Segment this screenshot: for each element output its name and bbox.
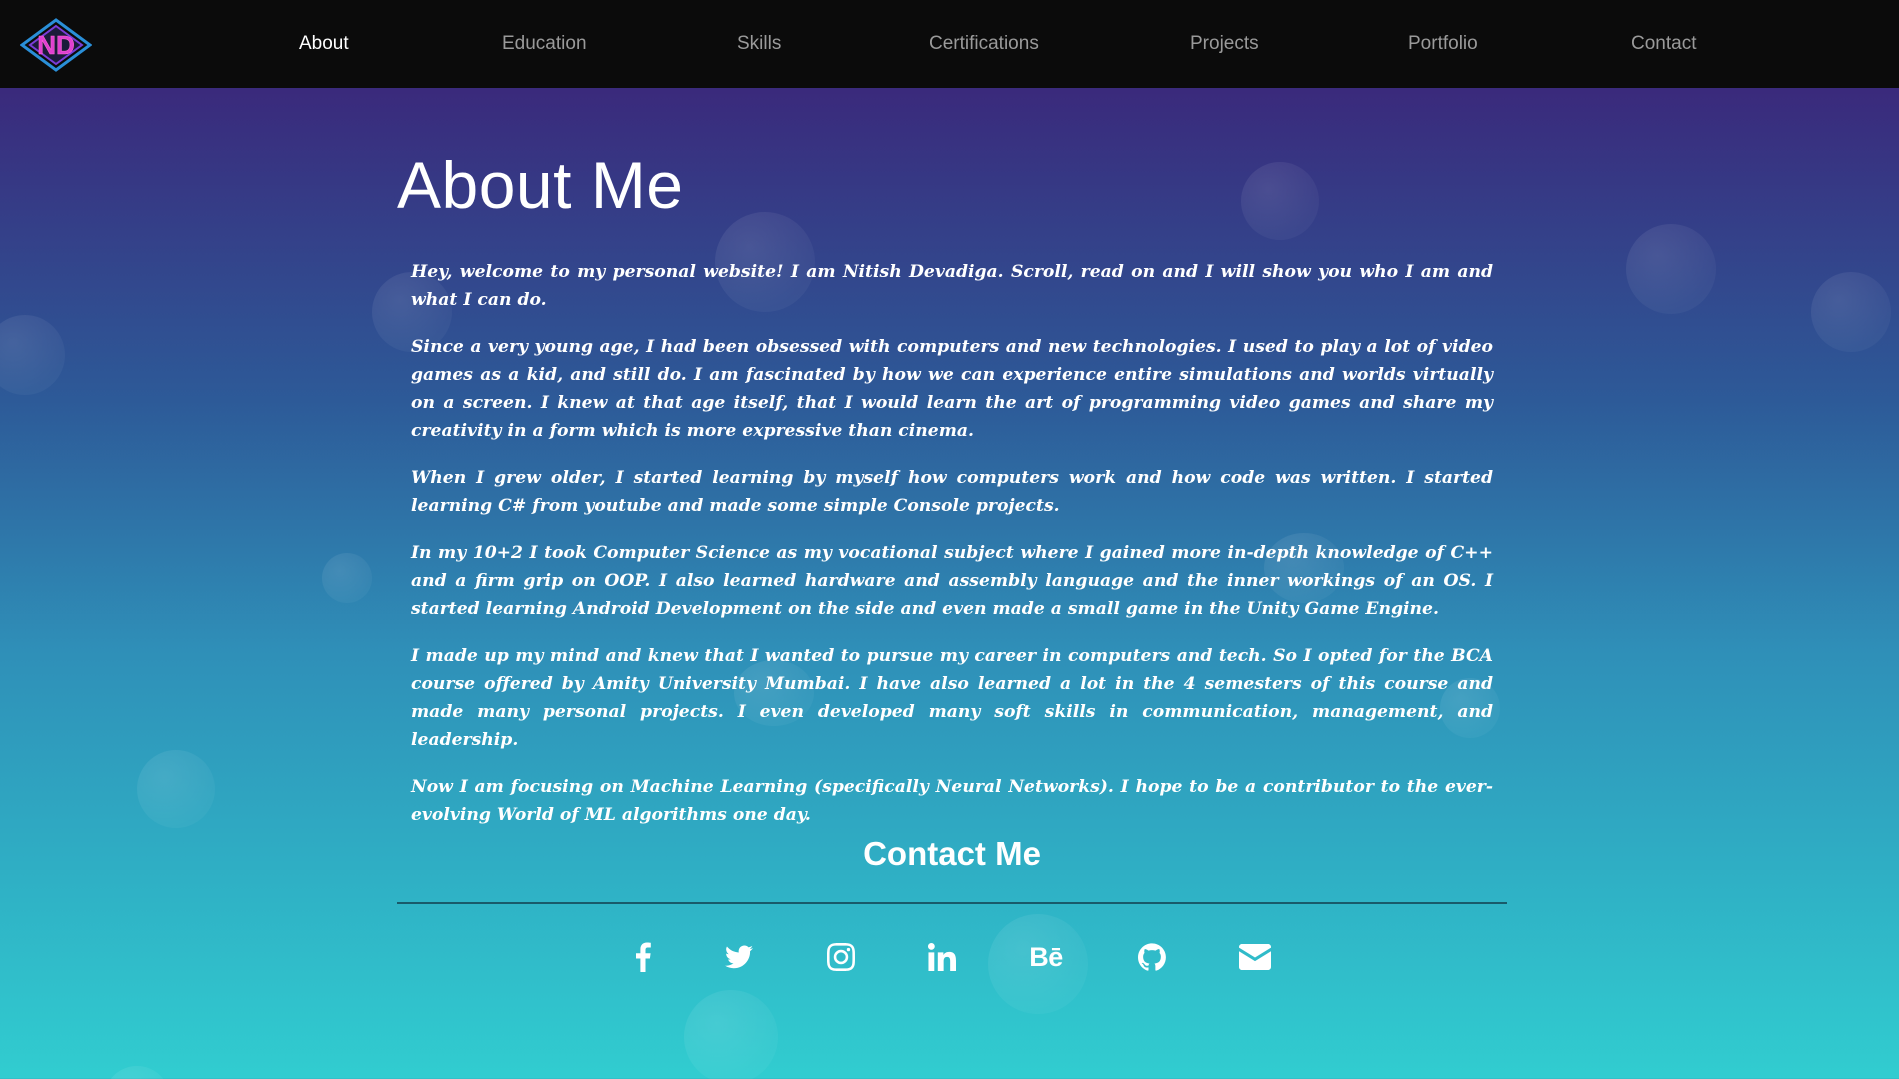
about-paragraph: Hey, welcome to my personal website! I a…	[411, 262, 1493, 310]
about-paragraph: Now I am focusing on Machine Learning (s…	[411, 777, 1493, 825]
nav-portfolio[interactable]: Portfolio	[1408, 33, 1478, 55]
page-title: About Me	[397, 148, 684, 222]
about-paragraph: Since a very young age, I had been obses…	[411, 337, 1493, 441]
background-bubble	[137, 750, 215, 828]
contact-divider	[397, 902, 1507, 904]
background-bubble	[0, 315, 65, 395]
twitter-icon	[725, 945, 753, 969]
linkedin-link[interactable]	[922, 937, 962, 977]
nav-skills[interactable]: Skills	[737, 33, 781, 55]
nav-about[interactable]: About	[299, 33, 349, 55]
background-bubble	[1811, 272, 1891, 352]
facebook-link[interactable]	[623, 937, 663, 977]
svg-text:ND: ND	[37, 30, 75, 60]
top-navbar: ND About Education Skills Certifications…	[0, 0, 1899, 88]
email-link[interactable]	[1235, 937, 1275, 977]
about-paragraph: When I grew older, I started learning by…	[411, 468, 1493, 516]
instagram-link[interactable]	[821, 937, 861, 977]
about-paragraph: I made up my mind and knew that I wanted…	[411, 646, 1493, 750]
background-bubble	[684, 990, 778, 1079]
about-section: About Me Hey, welcome to my personal web…	[397, 140, 1507, 848]
about-paragraph: In my 10+2 I took Computer Science as my…	[411, 543, 1493, 619]
nav-certifications[interactable]: Certifications	[929, 33, 1039, 55]
background-bubble	[322, 553, 372, 603]
github-icon	[1138, 943, 1166, 971]
nav-education[interactable]: Education	[502, 33, 587, 55]
background-bubble	[104, 1066, 170, 1079]
behance-link[interactable]: Bē	[1026, 937, 1066, 977]
instagram-icon	[827, 943, 855, 971]
email-icon	[1239, 944, 1271, 970]
nd-logo-icon: ND	[19, 18, 93, 72]
nav-projects[interactable]: Projects	[1190, 33, 1259, 55]
nav-contact[interactable]: Contact	[1631, 33, 1696, 55]
background-bubble	[1626, 224, 1716, 314]
twitter-link[interactable]	[719, 937, 759, 977]
behance-icon: Bē	[1029, 941, 1063, 972]
facebook-icon	[636, 942, 651, 972]
contact-title: Contact Me	[863, 835, 1041, 872]
github-link[interactable]	[1132, 937, 1172, 977]
site-logo[interactable]: ND	[19, 18, 93, 72]
linkedin-icon	[928, 943, 956, 971]
